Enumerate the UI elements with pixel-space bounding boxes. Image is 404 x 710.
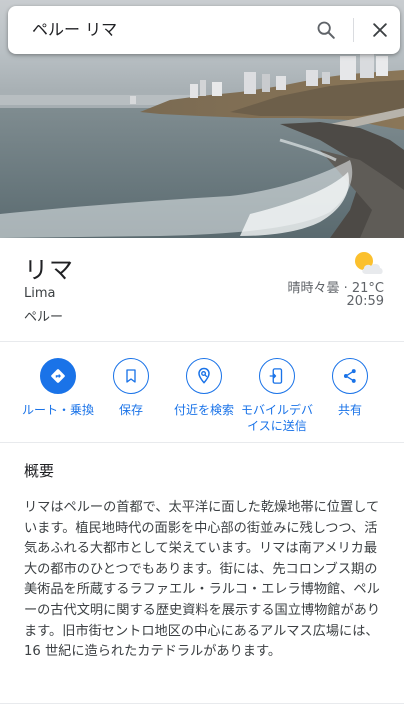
divider: [0, 703, 404, 704]
send-to-device-label: モバイルデバイスに送信: [240, 403, 313, 433]
nearby-search-label: 付近を検索: [173, 403, 234, 417]
nearby-search-button[interactable]: 付近を検索: [164, 358, 244, 418]
save-label: 保存: [118, 403, 143, 417]
share-label: 共有: [337, 403, 362, 417]
directions-button[interactable]: ルート・乗換: [18, 358, 98, 418]
place-title: リマ: [24, 256, 74, 284]
divider: [0, 341, 404, 342]
bookmark-icon: [113, 358, 149, 394]
send-to-phone-icon: [259, 358, 295, 394]
search-divider: [353, 18, 354, 42]
close-button[interactable]: [362, 12, 398, 48]
place-latin-name: Lima: [24, 286, 56, 301]
weather-time: 20:59: [346, 294, 384, 309]
share-icon: [332, 358, 368, 394]
directions-icon: [40, 358, 76, 394]
divider: [0, 442, 404, 443]
send-to-device-button[interactable]: モバイルデバイスに送信: [237, 358, 317, 434]
overview-heading: 概要: [24, 462, 55, 480]
nearby-search-icon: [186, 358, 222, 394]
partly-cloudy-icon: [355, 252, 383, 274]
search-input[interactable]: ペルー リマ: [32, 6, 117, 54]
overview-text: リマはペルーの首都で、太平洋に面した乾燥地帯に位置しています。植民地時代の面影を…: [24, 500, 381, 660]
share-button[interactable]: 共有: [310, 358, 390, 418]
save-button[interactable]: 保存: [91, 358, 171, 418]
place-country: ペルー: [24, 310, 64, 325]
close-icon: [373, 23, 387, 37]
search-icon: [317, 21, 335, 39]
search-button[interactable]: [308, 12, 344, 48]
directions-label: ルート・乗換: [21, 403, 94, 417]
search-bar[interactable]: ペルー リマ: [8, 6, 400, 54]
